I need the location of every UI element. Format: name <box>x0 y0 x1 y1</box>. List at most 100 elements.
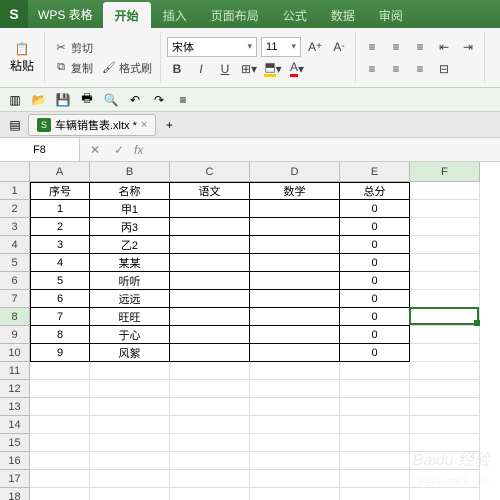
cell[interactable]: 名称 <box>90 182 170 200</box>
undo-button[interactable]: ↶ <box>126 91 144 109</box>
cell[interactable] <box>170 272 250 290</box>
cell[interactable] <box>340 470 410 488</box>
tab-list-button[interactable]: ▤ <box>6 116 24 134</box>
cell[interactable] <box>250 416 340 434</box>
column-header[interactable]: A <box>30 162 90 182</box>
bold-button[interactable]: B <box>167 59 187 79</box>
cell[interactable] <box>410 308 480 326</box>
cell[interactable] <box>250 470 340 488</box>
cell[interactable] <box>30 380 90 398</box>
cell[interactable]: 丙3 <box>90 218 170 236</box>
new-tab-button[interactable]: + <box>160 116 178 134</box>
cell[interactable] <box>170 416 250 434</box>
column-header[interactable]: E <box>340 162 410 182</box>
cell[interactable] <box>250 254 340 272</box>
cell[interactable]: 于心 <box>90 326 170 344</box>
row-header[interactable]: 17 <box>0 470 30 488</box>
document-tab[interactable]: S 车辆销售表.xltx * × <box>28 114 156 136</box>
cell[interactable]: 0 <box>340 344 410 362</box>
close-icon[interactable]: × <box>141 119 147 131</box>
cell[interactable] <box>170 236 250 254</box>
print-button[interactable]: 🖶 <box>78 91 96 109</box>
paste-button[interactable]: 📋 粘贴 <box>6 39 38 76</box>
align-left-button[interactable]: ≡ <box>362 59 382 79</box>
redo-button[interactable]: ↷ <box>150 91 168 109</box>
open-button[interactable]: 📂 <box>30 91 48 109</box>
cell[interactable]: 旺旺 <box>90 308 170 326</box>
cell[interactable] <box>250 218 340 236</box>
cell[interactable]: 0 <box>340 218 410 236</box>
align-center-button[interactable]: ≡ <box>386 59 406 79</box>
preview-button[interactable]: 🔍 <box>102 91 120 109</box>
fx-icon[interactable]: fx <box>134 143 143 157</box>
cancel-icon[interactable]: ✕ <box>86 141 104 159</box>
format-painter-button[interactable]: 🖌格式刷 <box>99 59 154 77</box>
cell[interactable] <box>410 290 480 308</box>
cell[interactable] <box>30 398 90 416</box>
cell[interactable]: 6 <box>30 290 90 308</box>
align-bottom-button[interactable]: ≡ <box>410 37 430 57</box>
border-button[interactable]: ⊞▾ <box>239 59 259 79</box>
row-header[interactable]: 11 <box>0 362 30 380</box>
cell[interactable] <box>410 380 480 398</box>
cell[interactable]: 0 <box>340 326 410 344</box>
column-header[interactable]: B <box>90 162 170 182</box>
cell[interactable] <box>340 362 410 380</box>
cell[interactable] <box>340 416 410 434</box>
cell[interactable]: 0 <box>340 236 410 254</box>
cell[interactable] <box>170 326 250 344</box>
row-header[interactable]: 15 <box>0 434 30 452</box>
cell[interactable] <box>90 452 170 470</box>
column-header[interactable]: C <box>170 162 250 182</box>
font-size-select[interactable]: 11 <box>261 37 301 57</box>
cell[interactable] <box>170 470 250 488</box>
cell[interactable] <box>250 308 340 326</box>
row-header[interactable]: 4 <box>0 236 30 254</box>
cell[interactable]: 4 <box>30 254 90 272</box>
align-middle-button[interactable]: ≡ <box>386 37 406 57</box>
menu-tab-3[interactable]: 公式 <box>271 2 319 28</box>
cell[interactable] <box>170 434 250 452</box>
cell[interactable]: 2 <box>30 218 90 236</box>
cell[interactable] <box>170 200 250 218</box>
row-header[interactable]: 1 <box>0 182 30 200</box>
cell[interactable]: 语文 <box>170 182 250 200</box>
cell[interactable] <box>30 416 90 434</box>
cell[interactable]: 乙2 <box>90 236 170 254</box>
cell[interactable] <box>250 236 340 254</box>
cell[interactable] <box>410 200 480 218</box>
cell[interactable] <box>250 344 340 362</box>
cell[interactable] <box>170 308 250 326</box>
copy-button[interactable]: ⧉复制 <box>51 59 95 77</box>
row-header[interactable]: 2 <box>0 200 30 218</box>
cell[interactable] <box>250 434 340 452</box>
cell[interactable] <box>90 470 170 488</box>
increase-indent-button[interactable]: ⇥ <box>458 37 478 57</box>
cell[interactable] <box>170 362 250 380</box>
row-header[interactable]: 7 <box>0 290 30 308</box>
save-button[interactable]: 💾 <box>54 91 72 109</box>
row-header[interactable]: 6 <box>0 272 30 290</box>
menu-tab-0[interactable]: 开始 <box>103 2 151 28</box>
cell[interactable] <box>410 398 480 416</box>
cell[interactable] <box>90 380 170 398</box>
row-header[interactable]: 12 <box>0 380 30 398</box>
cell[interactable] <box>250 326 340 344</box>
cell[interactable] <box>90 362 170 380</box>
underline-button[interactable]: U <box>215 59 235 79</box>
cell[interactable] <box>250 380 340 398</box>
cell[interactable]: 0 <box>340 200 410 218</box>
cell[interactable]: 序号 <box>30 182 90 200</box>
cell[interactable]: 某某 <box>90 254 170 272</box>
cell[interactable]: 远远 <box>90 290 170 308</box>
cell[interactable] <box>90 434 170 452</box>
cell[interactable] <box>250 362 340 380</box>
decrease-indent-button[interactable]: ⇤ <box>434 37 454 57</box>
cell[interactable] <box>170 344 250 362</box>
cell[interactable]: 8 <box>30 326 90 344</box>
cell[interactable]: 数学 <box>250 182 340 200</box>
cell[interactable] <box>340 398 410 416</box>
fill-color-button[interactable]: ⬒▾ <box>263 59 283 79</box>
more-button[interactable]: ≡ <box>174 91 192 109</box>
increase-font-button[interactable]: A+ <box>305 37 325 57</box>
